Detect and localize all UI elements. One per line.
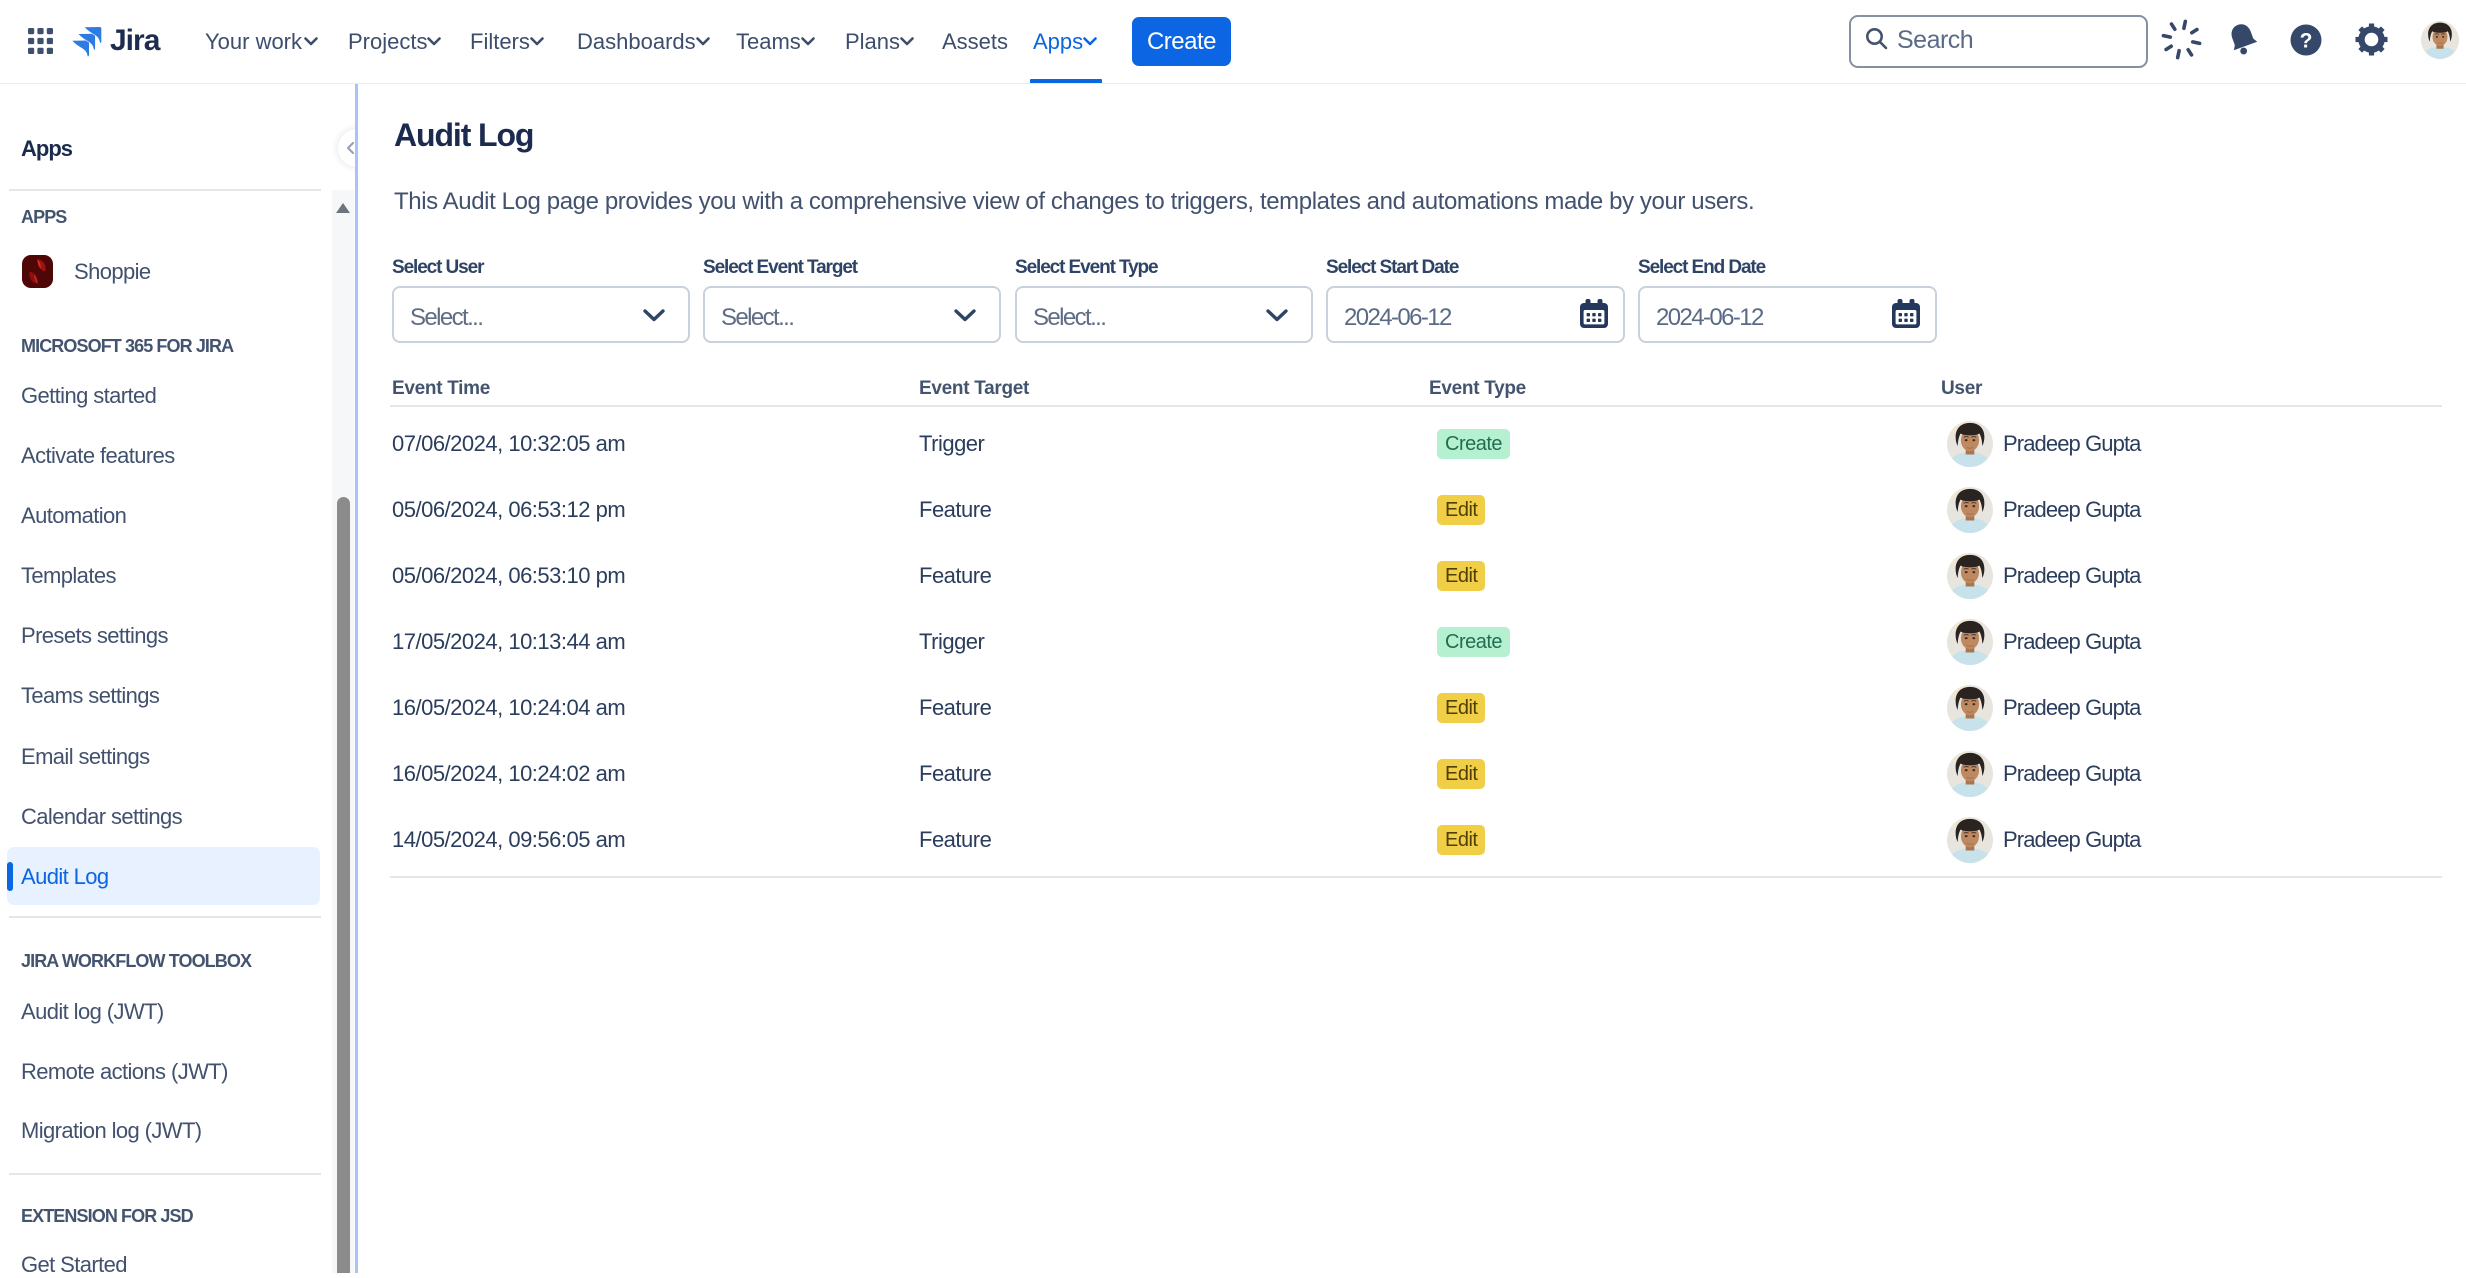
svg-text:?: ? [2300,30,2313,53]
